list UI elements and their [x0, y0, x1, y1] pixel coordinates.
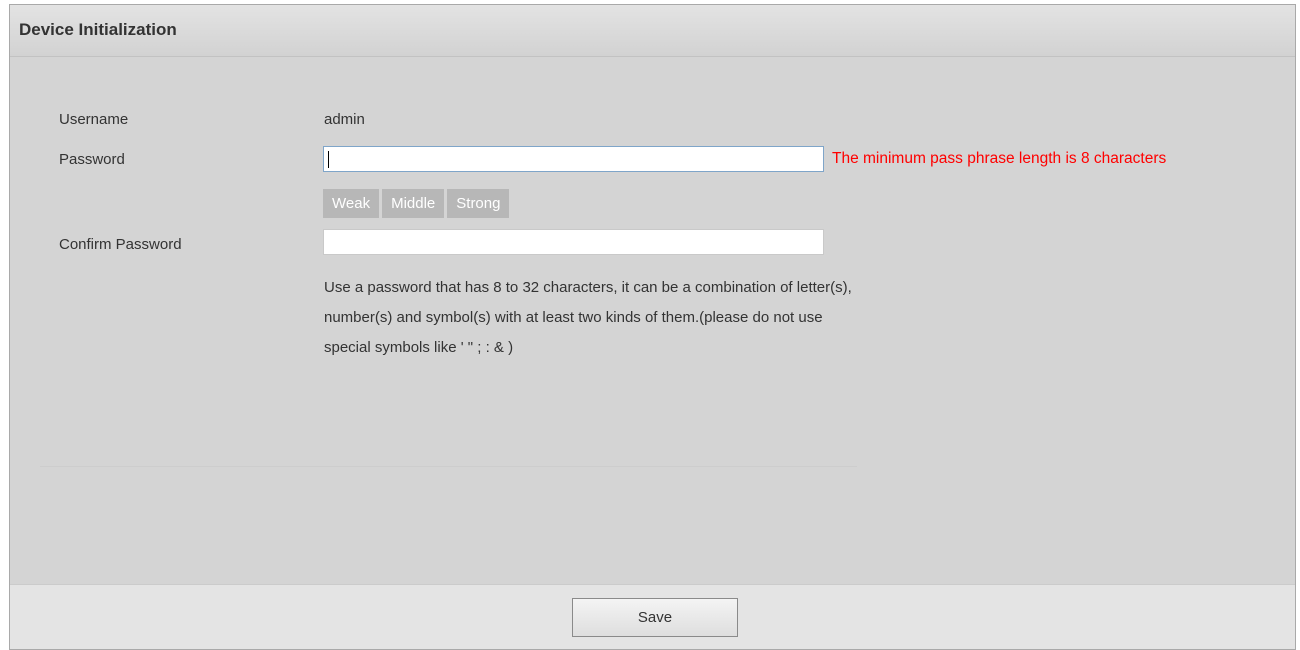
page-title: Device Initialization: [19, 20, 177, 39]
strength-middle: Middle: [382, 189, 445, 218]
password-hint: Use a password that has 8 to 32 characte…: [324, 273, 1044, 363]
password-label: Password: [59, 151, 125, 168]
panel-header: Device Initialization: [10, 5, 1295, 57]
hint-line: number(s) and symbol(s) with at least tw…: [324, 309, 823, 326]
confirm-password-field[interactable]: [323, 229, 824, 255]
password-field[interactable]: [323, 146, 824, 172]
strength-weak: Weak: [323, 189, 380, 218]
text-caret: [328, 151, 329, 168]
device-init-panel: Device Initialization Username admin Pas…: [9, 4, 1296, 650]
confirm-password-label: Confirm Password: [59, 236, 182, 253]
password-error-message: The minimum pass phrase length is 8 char…: [832, 150, 1167, 167]
password-strength-meter: Weak Middle Strong: [323, 189, 510, 218]
username-value: admin: [324, 111, 365, 128]
strength-strong: Strong: [447, 189, 510, 218]
form-area: Username admin Password The minimum pass…: [10, 57, 1295, 584]
save-button[interactable]: Save: [572, 598, 738, 637]
panel-footer: Save: [10, 584, 1295, 649]
hint-line: Use a password that has 8 to 32 characte…: [324, 279, 852, 296]
username-label: Username: [59, 111, 129, 128]
divider: [40, 466, 857, 467]
hint-line: special symbols like ' " ; : & ): [324, 339, 514, 356]
